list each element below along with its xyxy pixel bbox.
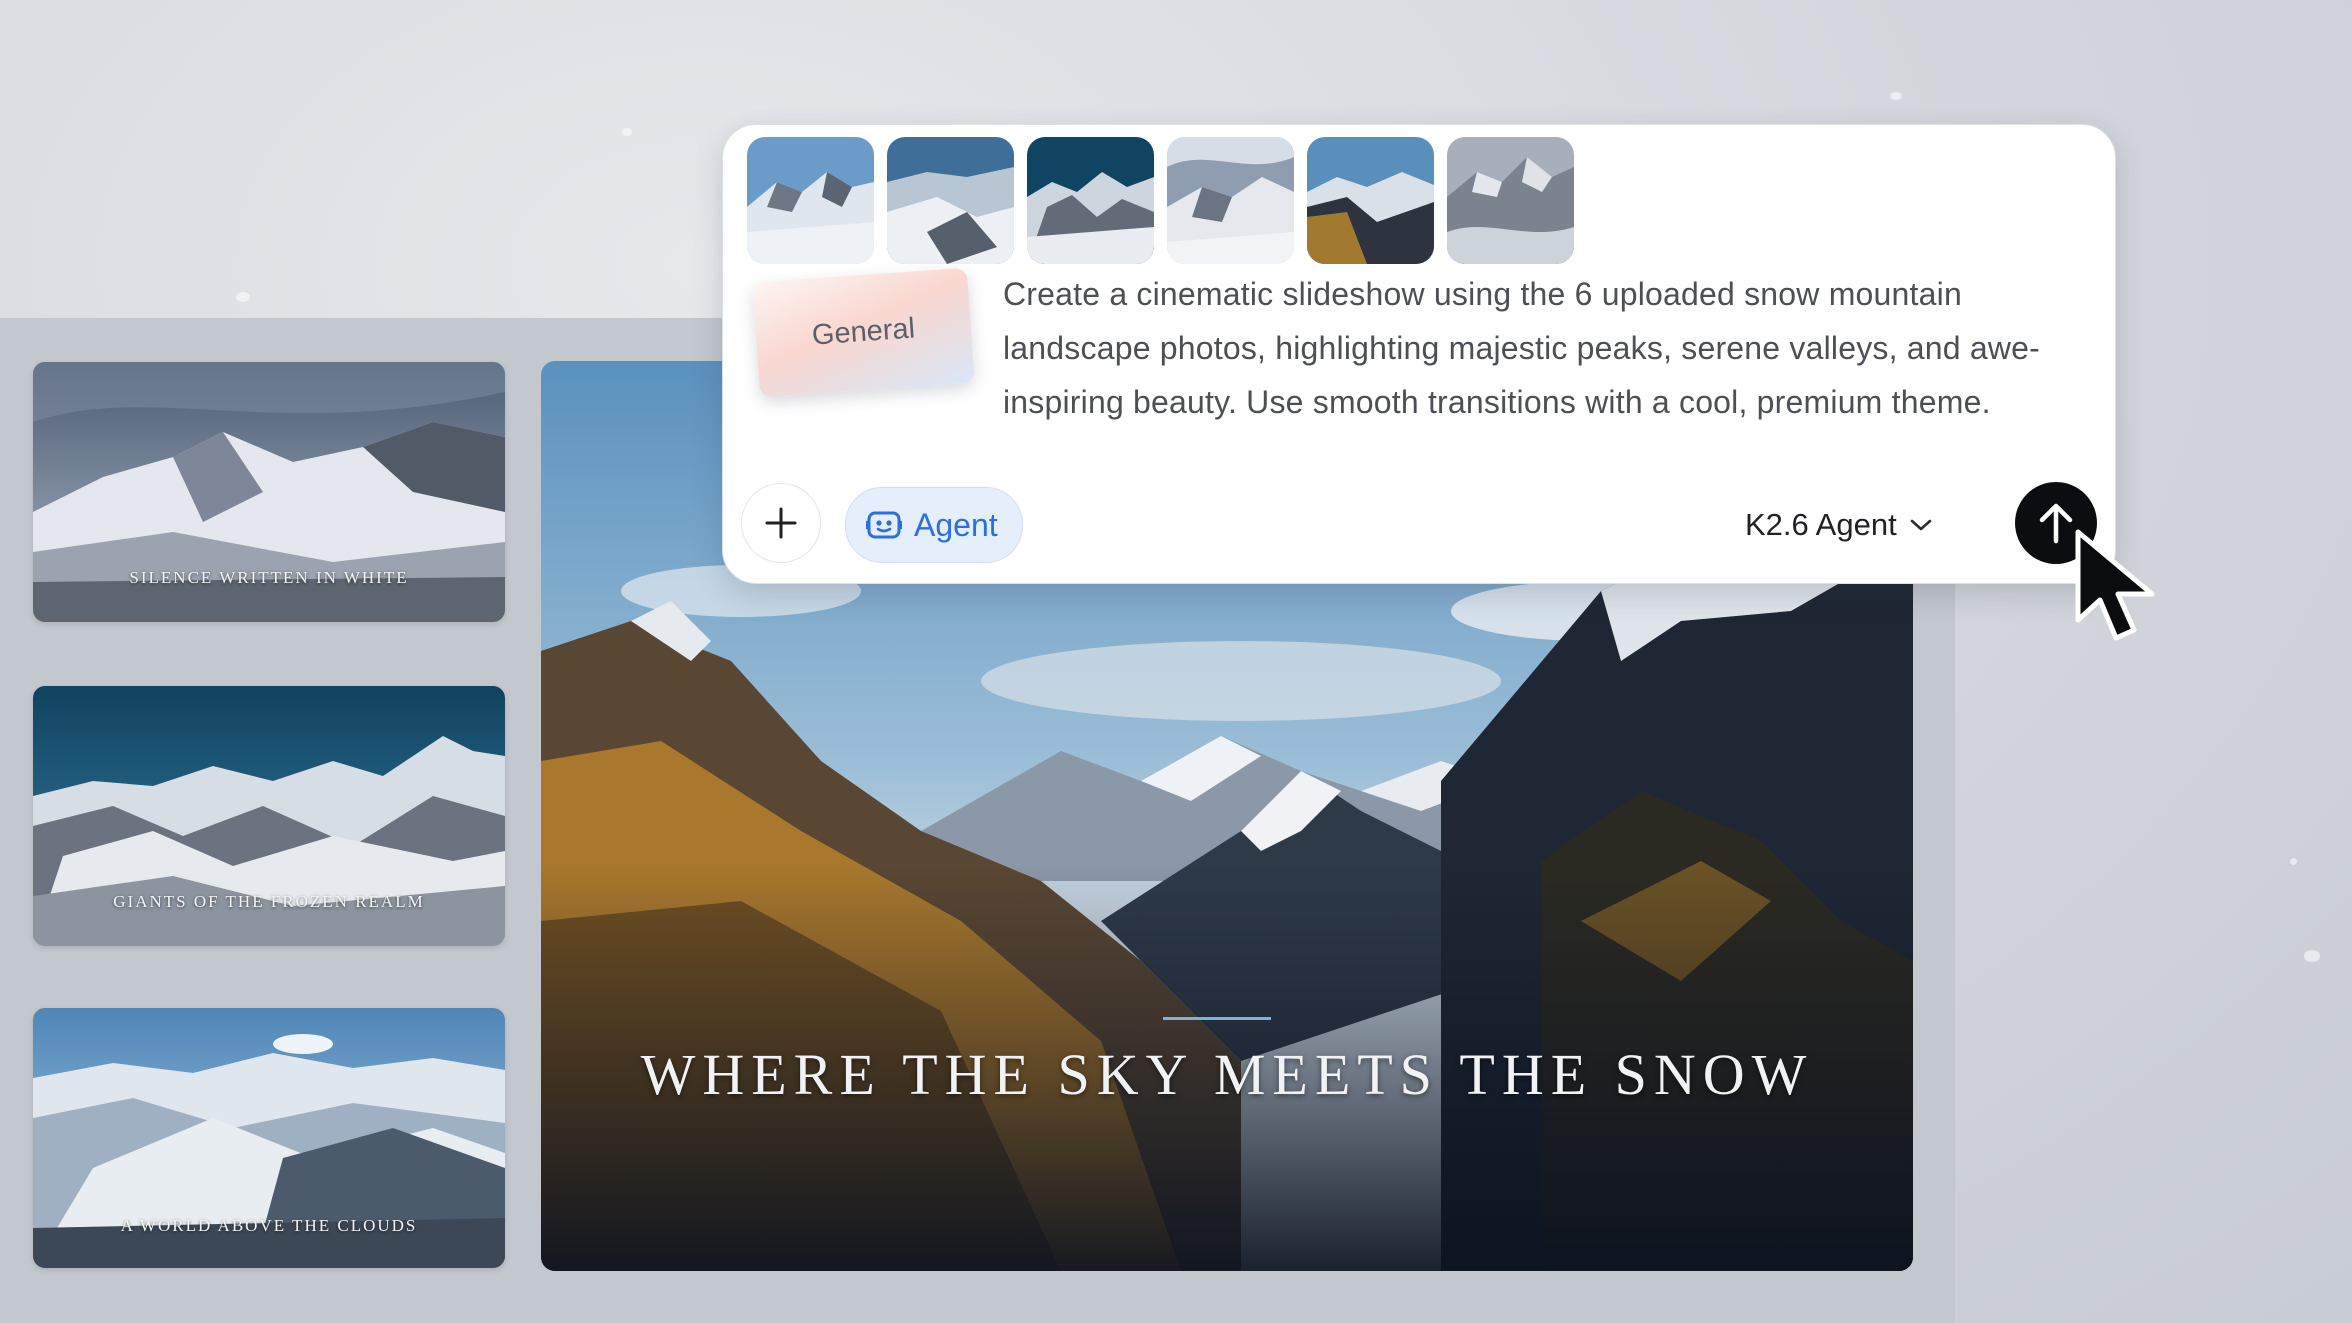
- attachment-thumbnail-1[interactable]: [747, 137, 874, 264]
- chevron-down-icon: [1910, 519, 1931, 531]
- mountain-photo: [1447, 137, 1574, 264]
- mountain-photo: [747, 137, 874, 264]
- slide-thumbnail-caption: GIANTS OF THE FROZEN REALM: [113, 892, 425, 911]
- attachment-thumbnail-2[interactable]: [887, 137, 1014, 264]
- mountain-photo: [1027, 137, 1154, 264]
- slide-thumbnail-caption: SILENCE WRITTEN IN WHITE: [129, 568, 409, 587]
- snow-fleck: [1890, 92, 1902, 100]
- plus-icon: [765, 507, 797, 539]
- add-attachment-button[interactable]: [741, 483, 821, 563]
- prompt-line: Create a cinematic slideshow using the 6…: [1003, 276, 1962, 312]
- main-slide-title: WHERE THE SKY MEETS THE SNOW: [640, 1042, 1814, 1107]
- arrow-up-icon: [2039, 503, 2073, 544]
- style-card-label: General: [810, 312, 917, 352]
- slide-thumbnail-1[interactable]: SILENCE WRITTEN IN WHITE: [33, 362, 505, 622]
- model-selector-label: K2.6 Agent: [1745, 507, 1897, 542]
- slide-thumbnail-2[interactable]: GIANTS OF THE FROZEN REALM: [33, 686, 505, 946]
- attachment-thumbnail-6[interactable]: [1447, 137, 1574, 264]
- prompt-composer: General Create a cinematic slideshow usi…: [722, 124, 2116, 584]
- robot-icon: [866, 511, 902, 539]
- title-rule: [1163, 1017, 1271, 1020]
- agent-mode-chip[interactable]: Agent: [845, 487, 1023, 563]
- snow-fleck: [2290, 858, 2297, 865]
- attachment-thumbnail-4[interactable]: [1167, 137, 1294, 264]
- slide-thumbnail-3[interactable]: A WORLD ABOVE THE CLOUDS: [33, 1008, 505, 1268]
- agent-chip-label: Agent: [914, 506, 998, 543]
- style-card-general[interactable]: General: [752, 267, 975, 398]
- prompt-line: inspiring beauty. Use smooth transitions…: [1003, 384, 1991, 420]
- attachment-thumbnail-3[interactable]: [1027, 137, 1154, 264]
- mouse-pointer-icon: [2075, 529, 2155, 641]
- mountain-photo: [1167, 137, 1294, 264]
- prompt-input[interactable]: Create a cinematic slideshow using the 6…: [1003, 267, 2093, 429]
- snow-fleck: [236, 292, 250, 302]
- mountain-photo: [887, 137, 1014, 264]
- attachment-thumbnail-5[interactable]: [1307, 137, 1434, 264]
- snow-fleck: [622, 128, 632, 136]
- snow-fleck: [2304, 950, 2320, 962]
- mountain-photo: [1307, 137, 1434, 264]
- slide-thumbnail-caption: A WORLD ABOVE THE CLOUDS: [120, 1216, 418, 1235]
- prompt-line: landscape photos, highlighting majestic …: [1003, 330, 2041, 366]
- model-selector[interactable]: K2.6 Agent: [1745, 497, 1933, 553]
